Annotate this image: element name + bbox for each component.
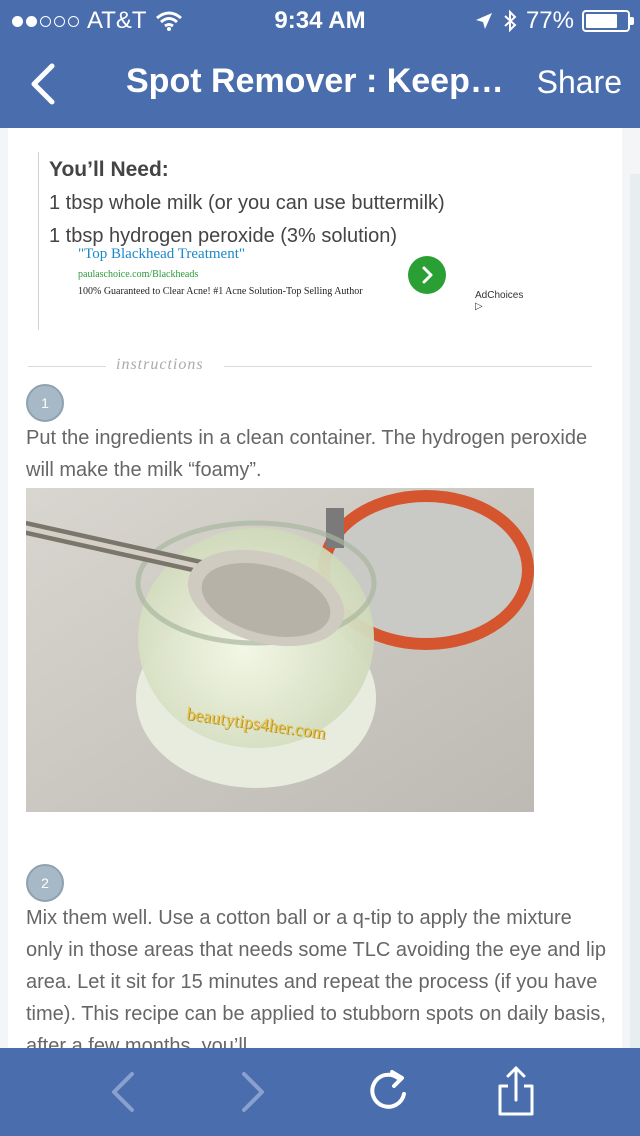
page-edge-strip <box>630 174 640 1048</box>
back-button[interactable] <box>22 60 70 108</box>
ad-title-link[interactable]: "Top Blackhead Treatment" <box>78 246 518 263</box>
browser-forward-button[interactable] <box>226 1066 278 1118</box>
battery-percent: 77% <box>525 7 574 34</box>
status-right: 77% <box>474 7 634 35</box>
page-title: Spot Remover : Keep… <box>126 62 504 100</box>
step-text: Mix them well. Use a cotton ball or a q-… <box>26 907 606 1048</box>
share-action-button[interactable] <box>490 1066 542 1118</box>
article-content[interactable]: You’ll Need: 1 tbsp whole milk (or you c… <box>8 128 622 1048</box>
section-label: instructions <box>116 356 204 373</box>
section-divider: instructions <box>28 356 592 376</box>
step-number-badge: 2 <box>26 864 64 902</box>
bottom-toolbar <box>0 1048 640 1136</box>
ad-go-button[interactable] <box>408 256 446 294</box>
nav-bar: Spot Remover : Keep… Share <box>0 40 640 128</box>
recipe-photo: beautytips4her.com <box>26 488 534 812</box>
top-bar: AT&T 9:34 AM 77% Spot Remover: Keep… Sh… <box>0 0 640 128</box>
battery-fill <box>586 14 617 28</box>
step-text: Put the ingredients in a clean container… <box>26 427 588 481</box>
chevron-left-icon <box>31 63 55 105</box>
step-number-badge: 1 <box>26 384 64 422</box>
divider-line <box>28 366 106 367</box>
ingredients-title: You’ll Need: <box>49 158 169 181</box>
location-arrow-icon <box>475 13 492 29</box>
chevron-left-icon <box>112 1072 134 1112</box>
ad-url[interactable]: paulaschoice.com/Blackheads <box>78 269 518 280</box>
bluetooth-icon <box>504 9 517 33</box>
reload-button[interactable] <box>362 1066 414 1118</box>
advertisement[interactable]: "Top Blackhead Treatment" paulaschoice.c… <box>78 246 523 312</box>
divider-line <box>224 366 592 367</box>
share-icon <box>498 1066 534 1116</box>
share-button[interactable]: Share <box>537 64 622 101</box>
browser-back-button[interactable] <box>98 1066 150 1118</box>
milk-jar-image <box>26 488 534 812</box>
chevron-right-icon <box>422 266 433 284</box>
chevron-right-icon <box>242 1072 264 1112</box>
reload-icon <box>370 1070 406 1109</box>
adchoices-link[interactable]: AdChoices ▷ <box>475 290 523 312</box>
ingredient-item: 1 tbsp whole milk (or you can use butter… <box>49 192 445 214</box>
battery-icon <box>582 10 634 32</box>
status-bar: AT&T 9:34 AM 77% <box>0 0 640 40</box>
ingredient-item: 1 tbsp hydrogen peroxide (3% solution) <box>49 225 397 247</box>
ad-description: 100% Guaranteed to Clear Acne! #1 Acne S… <box>78 286 363 297</box>
